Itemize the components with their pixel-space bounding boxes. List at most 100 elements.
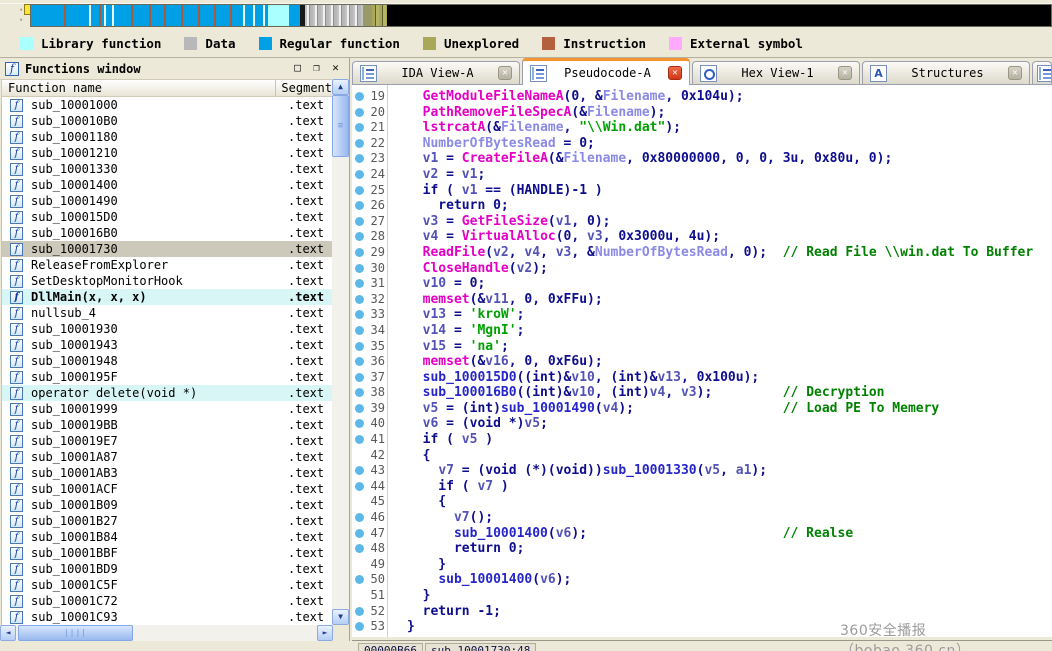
function-name: ReleaseFromExplorer — [31, 258, 288, 272]
code-line[interactable]: 42 { — [352, 448, 1052, 464]
code-line[interactable]: 27 v3 = GetFileSize(v1, 0); — [352, 214, 1052, 230]
code-line[interactable]: 37 sub_100015D0((int)&v10, (int)&v13, 0x… — [352, 370, 1052, 386]
vertical-scroll-thumb[interactable] — [332, 95, 349, 157]
function-row[interactable]: fsub_10001B09.text — [2, 497, 333, 513]
function-row[interactable]: foperator delete(void *).text — [2, 385, 333, 401]
restore-button[interactable]: ❐ — [308, 61, 325, 76]
function-icon: f — [10, 275, 23, 288]
scroll-up-button[interactable]: ▲ — [332, 79, 349, 95]
tab-partial[interactable] — [1032, 61, 1052, 84]
code-line[interactable]: 45 { — [352, 494, 1052, 510]
function-row[interactable]: fsub_10001330.text — [2, 161, 333, 177]
code-line[interactable]: 51 } — [352, 588, 1052, 604]
column-header-segment[interactable]: Segment — [276, 80, 332, 96]
function-row[interactable]: fsub_10001C72.text — [2, 593, 333, 609]
tab-close-button[interactable]: ✕ — [498, 66, 512, 80]
tab-ida-view-a[interactable]: IDA View-A✕ — [352, 61, 520, 84]
code-line[interactable]: 44 if ( v7 ) — [352, 479, 1052, 495]
tab-close-button[interactable]: ✕ — [1008, 66, 1022, 80]
function-row[interactable]: fsub_10001948.text — [2, 353, 333, 369]
function-row[interactable]: fsub_10001BBF.text — [2, 545, 333, 561]
function-row[interactable]: fsub_10001C5F.text — [2, 577, 333, 593]
function-row[interactable]: fsub_100019E7.text — [2, 433, 333, 449]
code-line[interactable]: 43 v7 = (void (*)(void))sub_10001330(v5,… — [352, 463, 1052, 479]
code-line[interactable]: 20 PathRemoveFileSpecA(&Filename); — [352, 105, 1052, 121]
code-line[interactable]: 21 lstrcatA(&Filename, "\\Win.dat"); — [352, 120, 1052, 136]
code-line[interactable]: 34 v14 = 'MgnI'; — [352, 323, 1052, 339]
function-row[interactable]: fsub_10001490.text — [2, 193, 333, 209]
column-header-function-name[interactable]: Function name — [2, 80, 276, 96]
function-row[interactable]: fsub_100019BB.text — [2, 417, 333, 433]
code-line[interactable]: 31 v10 = 0; — [352, 276, 1052, 292]
function-row[interactable]: fsub_10001730.text — [2, 241, 333, 257]
code-line[interactable]: 33 v13 = 'kroW'; — [352, 307, 1052, 323]
horizontal-scrollbar[interactable]: ◄ ► — [0, 625, 333, 641]
code-line[interactable]: 46 v7(); — [352, 510, 1052, 526]
tab-structures[interactable]: Structures✕ — [862, 61, 1030, 84]
function-row[interactable]: fsub_10001210.text — [2, 145, 333, 161]
function-row[interactable]: fsub_10001B84.text — [2, 529, 333, 545]
function-row[interactable]: fsub_1000195F.text — [2, 369, 333, 385]
tab-close-button[interactable]: ✕ — [668, 66, 682, 80]
band-scroll-down-icon[interactable]: ▾ — [19, 17, 23, 24]
legend-label: Unexplored — [444, 36, 519, 51]
function-row[interactable]: fsub_10001C93.text — [2, 609, 333, 625]
line-number: 49 — [352, 557, 385, 573]
code-line[interactable]: 39 v5 = (int)sub_10001490(v4); // Load P… — [352, 401, 1052, 417]
pseudocode-view[interactable]: 19 GetModuleFileNameA(0, &Filename, 0x10… — [352, 85, 1052, 637]
code-line[interactable]: 26 return 0; — [352, 198, 1052, 214]
code-line[interactable]: 32 memset(&v11, 0, 0xFFu); — [352, 292, 1052, 308]
code-line[interactable]: 48 return 0; — [352, 541, 1052, 557]
code-line[interactable]: 28 v4 = VirtualAlloc(0, v3, 0x3000u, 4u)… — [352, 229, 1052, 245]
function-row[interactable]: fsub_10001000.text — [2, 97, 333, 113]
function-row[interactable]: fsub_10001ACF.text — [2, 481, 333, 497]
tab-close-button[interactable]: ✕ — [838, 66, 852, 80]
band-segment — [363, 5, 372, 26]
function-row[interactable]: fsub_100010B0.text — [2, 113, 333, 129]
vertical-scrollbar[interactable]: ▲ ▼ — [332, 79, 349, 625]
code-line[interactable]: 52 return -1; — [352, 604, 1052, 620]
function-row[interactable]: fsub_100015D0.text — [2, 209, 333, 225]
scroll-right-button[interactable]: ► — [317, 625, 333, 641]
navigation-band[interactable] — [30, 4, 1052, 27]
scroll-left-button[interactable]: ◄ — [0, 625, 16, 641]
code-line[interactable]: 38 sub_100016B0((int)&v10, (int)v4, v3);… — [352, 385, 1052, 401]
function-row[interactable]: fnullsub_4.text — [2, 305, 333, 321]
code-line[interactable]: 36 memset(&v16, 0, 0xF6u); — [352, 354, 1052, 370]
code-line[interactable]: 40 v6 = (void *)v5; — [352, 416, 1052, 432]
code-line[interactable]: 29 ReadFile(v2, v4, v3, &NumberOfBytesRe… — [352, 245, 1052, 261]
function-row[interactable]: fsub_10001180.text — [2, 129, 333, 145]
code-line[interactable]: 49 } — [352, 557, 1052, 573]
function-row[interactable]: fsub_10001BD9.text — [2, 561, 333, 577]
tab-hex-view-1[interactable]: Hex View-1✕ — [692, 61, 860, 84]
function-row[interactable]: fReleaseFromExplorer.text — [2, 257, 333, 273]
code-line[interactable]: 30 CloseHandle(v2); — [352, 261, 1052, 277]
maximize-button[interactable]: □ — [289, 61, 306, 76]
code-line[interactable]: 35 v15 = 'na'; — [352, 339, 1052, 355]
functions-window-titlebar[interactable]: f Functions window □❐✕ — [0, 58, 349, 80]
code-line[interactable]: 23 v1 = CreateFileA(&Filename, 0x8000000… — [352, 151, 1052, 167]
function-row[interactable]: fsub_10001A87.text — [2, 449, 333, 465]
function-row[interactable]: fsub_100016B0.text — [2, 225, 333, 241]
function-row[interactable]: fSetDesktopMonitorHook.text — [2, 273, 333, 289]
function-row[interactable]: fsub_10001930.text — [2, 321, 333, 337]
code-line[interactable]: 24 v2 = v1; — [352, 167, 1052, 183]
function-row[interactable]: fDllMain(x, x, x).text — [2, 289, 333, 305]
function-row[interactable]: fsub_10001AB3.text — [2, 465, 333, 481]
code-line[interactable]: 19 GetModuleFileNameA(0, &Filename, 0x10… — [352, 89, 1052, 105]
tab-pseudocode-a[interactable]: Pseudocode-A✕ — [522, 58, 690, 85]
code-line[interactable]: 25 if ( v1 == (HANDLE)-1 ) — [352, 183, 1052, 199]
legend-swatch — [20, 37, 33, 50]
code-line[interactable]: 47 sub_10001400(v6); // Realse — [352, 526, 1052, 542]
function-row[interactable]: fsub_10001943.text — [2, 337, 333, 353]
function-row[interactable]: fsub_10001999.text — [2, 401, 333, 417]
function-row[interactable]: fsub_10001400.text — [2, 177, 333, 193]
function-row[interactable]: fsub_10001B27.text — [2, 513, 333, 529]
band-scroll-up-icon[interactable]: ▴ — [19, 6, 23, 13]
code-line[interactable]: 22 NumberOfBytesRead = 0; — [352, 136, 1052, 152]
code-line[interactable]: 41 if ( v5 ) — [352, 432, 1052, 448]
horizontal-scroll-thumb[interactable] — [18, 625, 133, 641]
code-line[interactable]: 50 sub_10001400(v6); — [352, 572, 1052, 588]
scroll-down-button[interactable]: ▼ — [332, 609, 349, 625]
close-button[interactable]: ✕ — [327, 61, 344, 76]
